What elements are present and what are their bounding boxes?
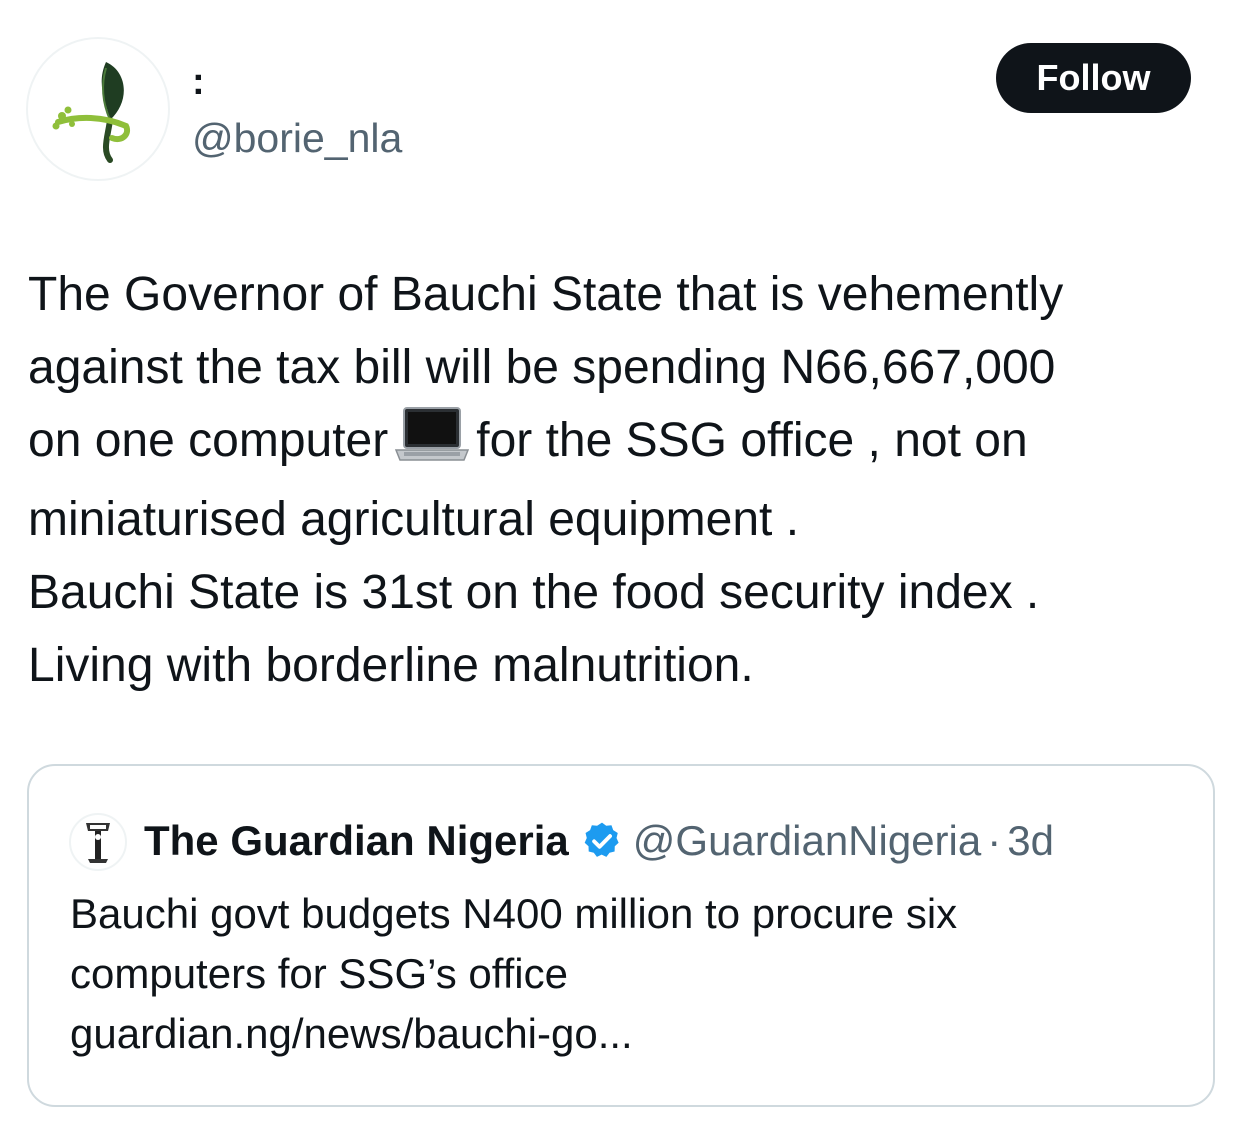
- verified-badge-icon: [581, 820, 623, 862]
- quoted-author-name[interactable]: The Guardian Nigeria: [144, 817, 569, 865]
- tweet-line-segment: for the SSG office , not on: [476, 414, 1028, 467]
- follow-button[interactable]: Follow: [996, 43, 1191, 113]
- quoted-author-avatar[interactable]: [69, 813, 127, 871]
- laptop-icon: [392, 406, 472, 483]
- tweet-line: against the tax bill will be spending N6…: [28, 341, 1056, 394]
- author-avatar[interactable]: [26, 37, 170, 181]
- tweet-line-segment: on one computer: [28, 414, 389, 467]
- tweet-text: The Governor of Bauchi State that is veh…: [28, 258, 1218, 702]
- tweet-line: on one computer for the SSG office , not…: [28, 404, 1218, 483]
- tweet-line: Bauchi State is 31st on the food securit…: [28, 566, 1040, 619]
- tweet-line: miniaturised agricultural equipment .: [28, 493, 800, 546]
- author-handle[interactable]: @borie_nla: [192, 112, 402, 164]
- quoted-tweet-timestamp[interactable]: 3d: [1007, 817, 1054, 865]
- quoted-author-handle[interactable]: @GuardianNigeria: [633, 817, 981, 865]
- green-leaf-logo-icon: [52, 62, 130, 163]
- quoted-tweet-card[interactable]: The Guardian Nigeria @GuardianNigeria · …: [27, 764, 1215, 1107]
- quoted-tweet-header: The Guardian Nigeria @GuardianNigeria · …: [144, 812, 1054, 870]
- quoted-line: Bauchi govt budgets N400 million to proc…: [70, 890, 958, 937]
- author-display-name[interactable]: :: [192, 58, 205, 106]
- tweet-line: Living with borderline malnutrition.: [28, 639, 754, 692]
- quoted-line: computers for SSG’s office: [70, 950, 568, 997]
- guardian-crest-icon: [86, 823, 110, 863]
- separator-dot: ·: [987, 817, 1002, 864]
- tweet-line: The Governor of Bauchi State that is veh…: [28, 268, 1064, 321]
- quoted-link[interactable]: guardian.ng/news/bauchi-go...: [70, 1004, 1190, 1064]
- quoted-tweet-text: Bauchi govt budgets N400 million to proc…: [70, 884, 1190, 1064]
